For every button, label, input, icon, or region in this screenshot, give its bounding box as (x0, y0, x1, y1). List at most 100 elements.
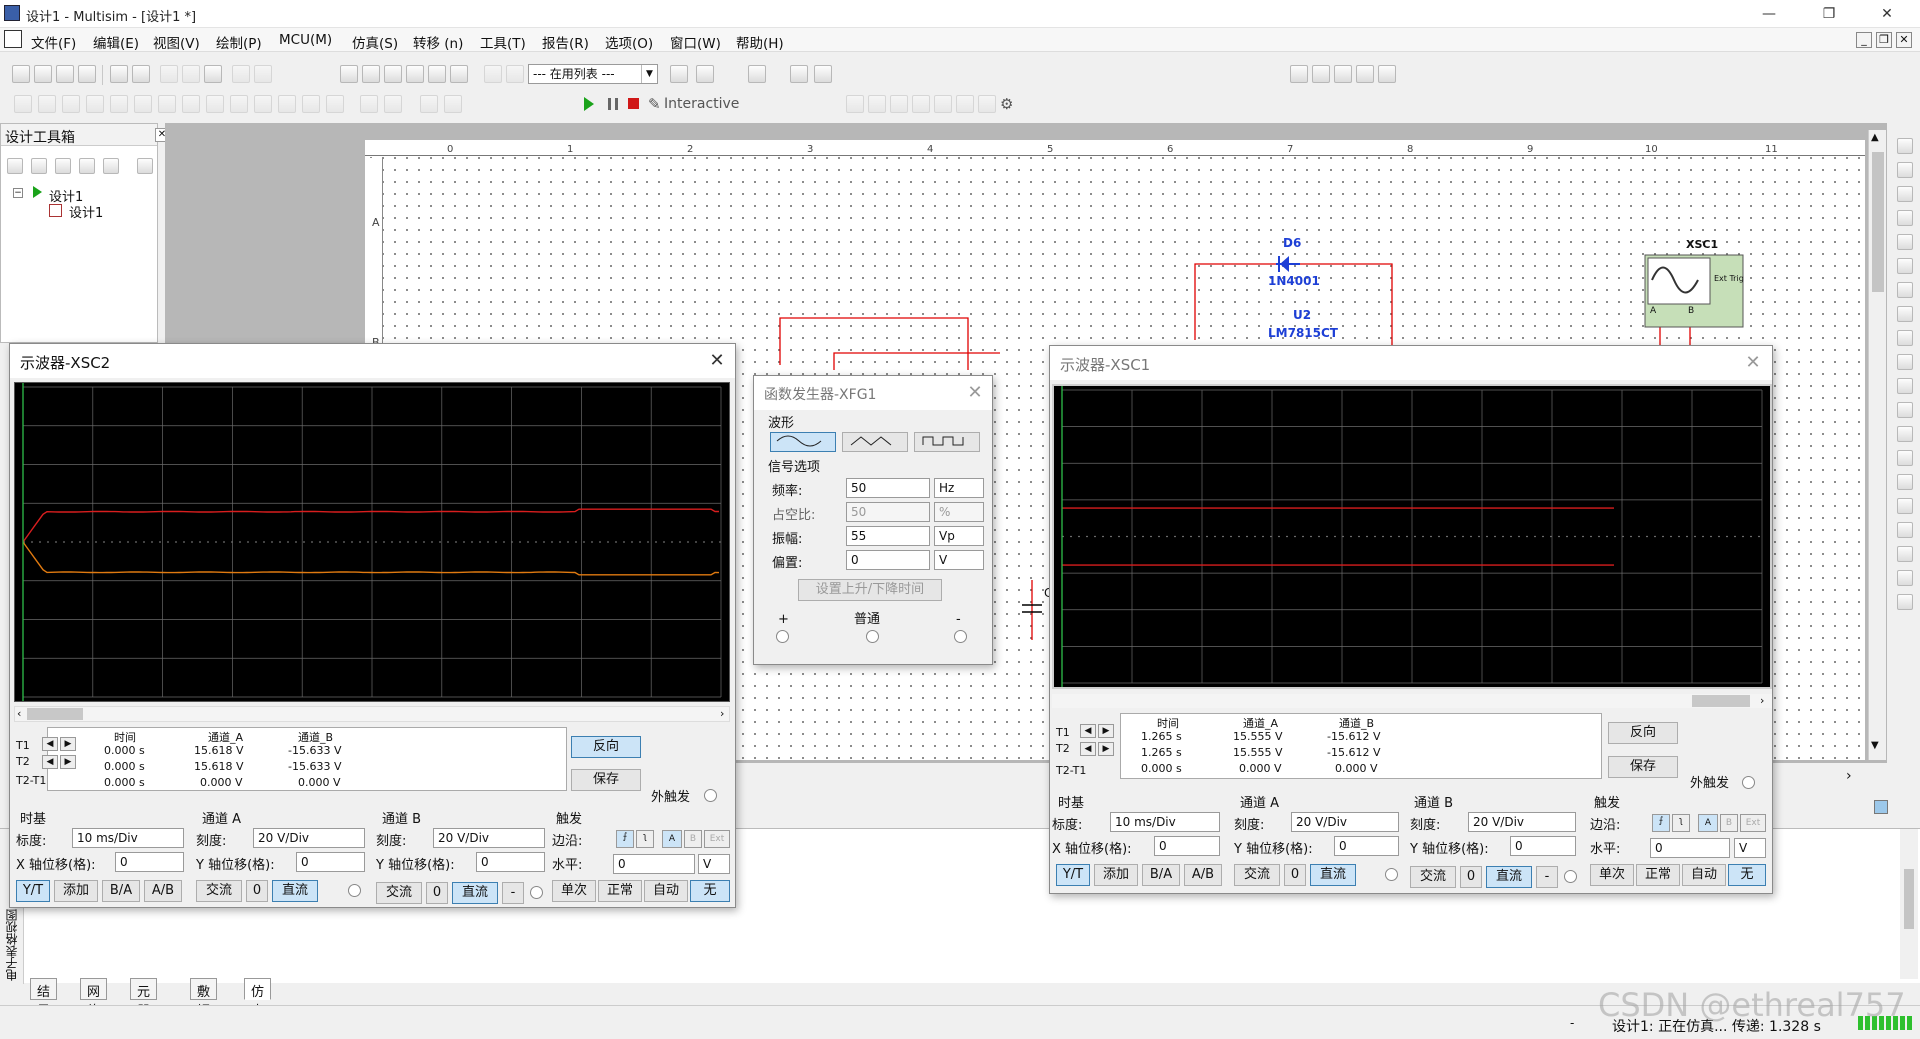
trigger-single-button[interactable]: 单次 (552, 880, 596, 902)
trigger-level-field[interactable]: 0 (1650, 838, 1730, 858)
scroll-thumb[interactable] (1904, 869, 1914, 929)
ext-trigger-radio[interactable] (704, 789, 717, 802)
channel-b-scale-field[interactable]: 20 V/Div (433, 828, 545, 848)
labview-instrument-icon[interactable] (1897, 570, 1913, 586)
agilent-multimeter-icon[interactable] (1897, 498, 1913, 514)
common-terminal-icon[interactable] (866, 630, 879, 643)
frequency-unit[interactable]: Hz (934, 478, 984, 498)
save-button[interactable]: 保存 (571, 769, 641, 791)
chevron-right-icon[interactable]: › (1760, 694, 1764, 707)
channel-a-ac-button[interactable]: 交流 (1234, 864, 1280, 886)
offset-field[interactable]: 0 (846, 550, 930, 570)
add-mode-button[interactable]: 添加 (54, 880, 98, 902)
channel-a-dc-button[interactable]: 直流 (272, 880, 318, 902)
workspace-scrollbar[interactable]: ▲ ▼ (1868, 130, 1886, 760)
yt-mode-button[interactable]: Y/T (16, 880, 50, 902)
network-analyzer-icon[interactable] (1897, 450, 1913, 466)
ab-mode-button[interactable]: A/B (144, 880, 182, 902)
scroll-thumb[interactable] (1872, 152, 1884, 292)
duty-cycle-unit[interactable]: % (934, 502, 984, 522)
trigger-none-button[interactable]: 无 (1728, 864, 1766, 886)
channel-a-scale-field[interactable]: 20 V/Div (1291, 812, 1399, 832)
trigger-auto-button[interactable]: 自动 (644, 880, 688, 902)
channel-b-ac-button[interactable]: 交流 (1410, 866, 1456, 888)
amplitude-field[interactable]: 55 (846, 526, 930, 546)
channel-a-radio[interactable] (1385, 868, 1398, 881)
chevron-right-icon[interactable]: › (1846, 768, 1852, 784)
bode-plotter-icon[interactable] (1897, 258, 1913, 274)
t2-right-arrow-icon[interactable]: ▶ (1098, 742, 1114, 756)
logic-converter-icon[interactable] (1897, 330, 1913, 346)
iv-analyzer-icon[interactable] (1897, 378, 1913, 394)
x-position-field[interactable]: 0 (115, 852, 184, 872)
agilent-generator-icon[interactable] (1897, 474, 1913, 490)
save-button[interactable]: 保存 (1608, 756, 1678, 778)
falling-edge-icon[interactable]: ʅ (1672, 814, 1690, 832)
spectrum-analyzer-icon[interactable] (1897, 426, 1913, 442)
trigger-source-a[interactable]: A (1698, 814, 1718, 832)
rising-edge-icon[interactable]: ⨍ (1652, 814, 1670, 832)
oscilloscope-screen[interactable] (1052, 384, 1772, 689)
trigger-source-ext[interactable]: Ext (704, 830, 730, 848)
tab-copper-layers[interactable]: 敷铜层 (190, 978, 218, 1038)
close-icon[interactable]: ✕ (702, 348, 732, 374)
chevron-left-icon[interactable]: ‹ (17, 707, 21, 720)
falling-edge-icon[interactable]: ʅ (636, 830, 654, 848)
channel-b-radio[interactable] (530, 886, 543, 899)
trigger-normal-button[interactable]: 正常 (1636, 864, 1680, 886)
reverse-button[interactable]: 反向 (571, 736, 641, 758)
x-position-field[interactable]: 0 (1154, 836, 1220, 856)
trigger-level-unit[interactable]: V (1734, 838, 1766, 858)
current-probe-icon[interactable] (1897, 594, 1913, 610)
channel-a-ac-button[interactable]: 交流 (196, 880, 242, 902)
offset-unit[interactable]: V (934, 550, 984, 570)
timebase-scale-field[interactable]: 10 ms/Div (72, 828, 184, 848)
four-channel-oscilloscope-icon[interactable] (1897, 234, 1913, 250)
square-wave-button[interactable] (914, 432, 980, 452)
close-icon[interactable]: ✕ (1738, 350, 1768, 376)
channel-a-zero-button[interactable]: 0 (246, 880, 268, 902)
reverse-button[interactable]: 反向 (1608, 722, 1678, 744)
channel-b-ypos-field[interactable]: 0 (1510, 836, 1576, 856)
tab-nets[interactable]: 网络 (80, 978, 108, 1019)
t2-left-arrow-icon[interactable]: ◀ (42, 755, 58, 769)
plus-terminal-icon[interactable] (776, 630, 789, 643)
rise-fall-time-button[interactable]: 设置上升/下降时间 (798, 579, 942, 601)
tab-components[interactable]: 元器件 (130, 978, 158, 1038)
distortion-analyzer-icon[interactable] (1897, 402, 1913, 418)
channel-b-minus-button[interactable]: - (502, 882, 524, 904)
sine-wave-button[interactable] (770, 432, 836, 452)
chevron-right-icon[interactable]: › (720, 707, 724, 720)
channel-b-dc-button[interactable]: 直流 (452, 882, 498, 904)
trigger-source-b[interactable]: B (1720, 814, 1738, 832)
timebase-scale-field[interactable]: 10 ms/Div (1110, 812, 1220, 832)
oscilloscope-icon[interactable] (1897, 210, 1913, 226)
rising-edge-icon[interactable]: ⨍ (616, 830, 634, 848)
channel-a-dc-button[interactable]: 直流 (1310, 864, 1356, 886)
channel-a-ypos-field[interactable]: 0 (296, 852, 365, 872)
trigger-source-a[interactable]: A (662, 830, 682, 848)
channel-a-zero-button[interactable]: 0 (1284, 864, 1306, 886)
channel-b-ypos-field[interactable]: 0 (476, 852, 545, 872)
oscilloscope-screen[interactable] (14, 382, 730, 702)
t1-right-arrow-icon[interactable]: ▶ (1098, 724, 1114, 738)
chevron-down-icon[interactable]: ▼ (1871, 740, 1879, 751)
t1-left-arrow-icon[interactable]: ◀ (42, 737, 58, 751)
scroll-thumb[interactable] (1692, 695, 1750, 707)
trigger-source-b[interactable]: B (684, 830, 702, 848)
ab-mode-button[interactable]: A/B (1184, 864, 1222, 886)
channel-a-scale-field[interactable]: 20 V/Div (253, 828, 365, 848)
multimeter-icon[interactable] (1897, 138, 1913, 154)
t1-left-arrow-icon[interactable]: ◀ (1080, 724, 1096, 738)
trigger-single-button[interactable]: 单次 (1590, 864, 1634, 886)
trigger-level-unit[interactable]: V (698, 854, 730, 874)
amplitude-unit[interactable]: Vp (934, 526, 984, 546)
channel-a-radio[interactable] (348, 884, 361, 897)
tab-simulation[interactable]: 仿真 (244, 978, 272, 1019)
tab-results[interactable]: 结果 (30, 978, 58, 1019)
trigger-auto-button[interactable]: 自动 (1682, 864, 1726, 886)
frequency-counter-icon[interactable] (1897, 282, 1913, 298)
scroll-thumb[interactable] (27, 708, 83, 720)
channel-b-radio[interactable] (1564, 870, 1577, 883)
tektronix-oscilloscope-icon[interactable] (1897, 546, 1913, 562)
